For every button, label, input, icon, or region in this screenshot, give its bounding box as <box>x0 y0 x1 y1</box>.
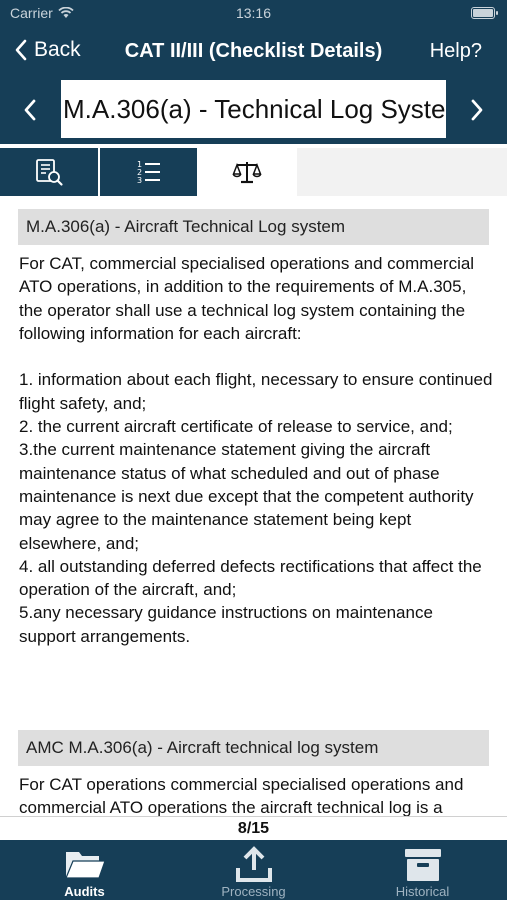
previous-subject-button[interactable] <box>10 90 50 130</box>
tab-historical[interactable]: Historical <box>338 840 507 900</box>
navigation-bar: Back CAT II/III (Checklist Details) Help… <box>0 30 507 76</box>
tab-numbered-list[interactable]: 1 2 3 <box>100 148 197 196</box>
scales-icon <box>232 162 262 184</box>
next-subject-button[interactable] <box>457 90 497 130</box>
checklist-search-icon <box>36 159 63 186</box>
section-body: For CAT, commercial specialised operatio… <box>19 254 493 646</box>
chevron-left-icon <box>24 99 36 121</box>
svg-text:3: 3 <box>137 176 142 185</box>
folder-icon <box>64 852 106 879</box>
section-header: M.A.306(a) - Aircraft Technical Log syst… <box>18 209 489 245</box>
help-button[interactable]: Help? <box>430 40 482 63</box>
tab-regulations[interactable] <box>197 148 297 196</box>
tab-empty <box>297 148 507 196</box>
battery-icon <box>471 7 498 19</box>
tab-processing[interactable]: Processing <box>169 840 338 900</box>
tab-historical-label: Historical <box>395 884 450 899</box>
status-bar: Carrier 13:16 <box>0 0 507 30</box>
archive-box-icon <box>404 849 441 881</box>
section-body: For CAT operations commercial specialise… <box>19 775 464 816</box>
bottom-tab-bar: Audits Processing Historical <box>0 840 507 900</box>
subject-title-box: M.A.306(a) - Technical Log System <box>61 80 446 138</box>
status-time: 13:16 <box>235 5 272 21</box>
page-indicator: 8/15 <box>0 816 507 840</box>
regulation-content: M.A.306(a) - Aircraft Technical Log syst… <box>0 196 507 816</box>
detail-tabs: 1 2 3 <box>0 148 507 196</box>
section-header: AMC M.A.306(a) - Aircraft technical log … <box>18 730 489 766</box>
tab-audits[interactable]: Audits <box>0 840 169 900</box>
upload-icon <box>235 846 272 882</box>
tab-checklist-search[interactable] <box>0 148 98 196</box>
numbered-list-icon: 1 2 3 <box>137 160 160 185</box>
subject-selector: M.A.306(a) - Technical Log System <box>0 76 507 144</box>
subject-title: M.A.306(a) - Technical Log System <box>63 94 446 124</box>
tab-processing-label: Processing <box>221 884 286 899</box>
chevron-right-icon <box>471 99 483 121</box>
tab-audits-label: Audits <box>64 884 105 899</box>
